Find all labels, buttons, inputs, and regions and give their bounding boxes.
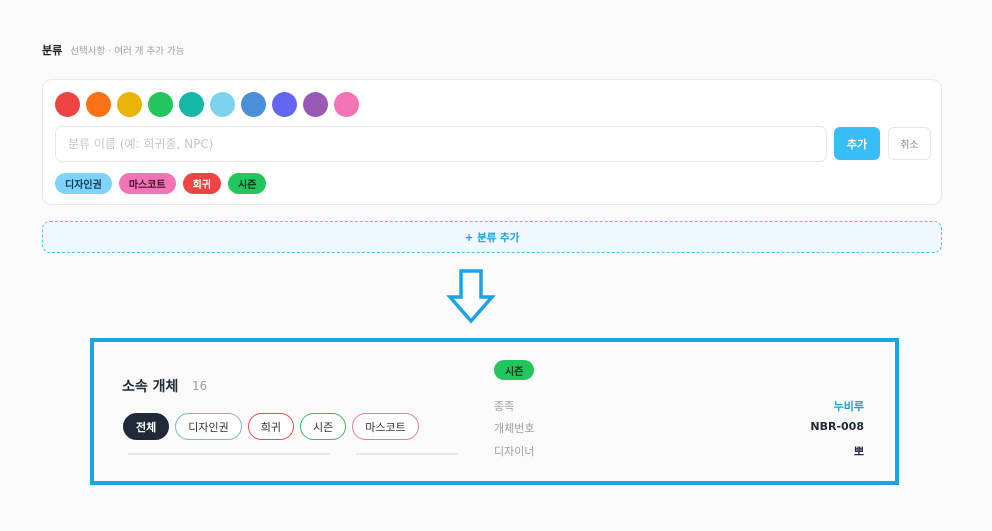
filter-chip-mascot[interactable]: 마스코트 (352, 413, 419, 440)
filter-chip-rare[interactable]: 희귀 (247, 413, 294, 440)
category-editor-card: 추가 취소 디자인권 마스코트 희귀 시즌 (42, 79, 942, 205)
add-category-button[interactable]: + 분류 추가 (42, 221, 942, 253)
filter-chip-season[interactable]: 시즌 (299, 413, 347, 440)
group-title: 소속 개체 (122, 379, 179, 395)
filter-chip-row: 전체 디자인권 희귀 시즌 마스코트 (123, 413, 419, 440)
category-tag[interactable]: 시즌 (228, 173, 267, 194)
detail-row-designer: 디자이너 뽀 (494, 443, 864, 459)
color-swatch-yellow[interactable] (117, 92, 142, 117)
detail-row-id: 개체번호 NBR-008 (494, 420, 864, 436)
season-badge: 시즌 (494, 360, 535, 380)
detail-key: 개체번호 (494, 422, 535, 435)
filter-chip-design[interactable]: 디자인권 (175, 413, 242, 440)
detail-key: 디자이너 (494, 445, 535, 458)
card-edge (128, 453, 330, 455)
detail-value: 뽀 (853, 445, 864, 458)
color-swatch-purple[interactable] (303, 92, 328, 117)
category-section-header: 분류 선택사항 · 여러 개 추가 가능 (42, 42, 185, 58)
detail-row-species: 종족 누비루 (494, 398, 864, 414)
category-tag[interactable]: 마스코트 (118, 173, 176, 194)
section-title: 분류 (42, 44, 63, 57)
color-swatch-red[interactable] (55, 92, 80, 117)
color-swatch-pink[interactable] (334, 92, 359, 117)
color-swatch-blue[interactable] (241, 92, 266, 117)
species-link[interactable]: 누비루 (834, 398, 864, 414)
arrow-down-icon (446, 269, 496, 324)
category-name-input[interactable] (55, 126, 827, 162)
filter-chip-all[interactable]: 전체 (123, 413, 170, 440)
color-swatch-sky[interactable] (210, 92, 235, 117)
color-swatch-orange[interactable] (86, 92, 111, 117)
color-swatch-teal[interactable] (179, 92, 204, 117)
card-edge (356, 453, 458, 455)
category-tag-list: 디자인권 마스코트 희귀 시즌 (55, 173, 267, 194)
add-button[interactable]: 추가 (834, 127, 880, 160)
detail-value: NBR-008 (810, 420, 864, 433)
color-swatch-indigo[interactable] (272, 92, 297, 117)
preview-panel: 소속 개체 16 전체 디자인권 희귀 시즌 마스코트 시즌 종족 누비루 개체… (90, 338, 899, 485)
category-tag[interactable]: 디자인권 (55, 173, 112, 194)
color-swatch-row (55, 92, 359, 117)
category-tag[interactable]: 희귀 (182, 173, 222, 194)
group-count: 16 (192, 379, 208, 393)
detail-key: 종족 (494, 400, 515, 413)
color-swatch-green[interactable] (148, 92, 173, 117)
cancel-button[interactable]: 취소 (888, 127, 931, 160)
section-hint: 선택사항 · 여러 개 추가 가능 (70, 46, 185, 57)
